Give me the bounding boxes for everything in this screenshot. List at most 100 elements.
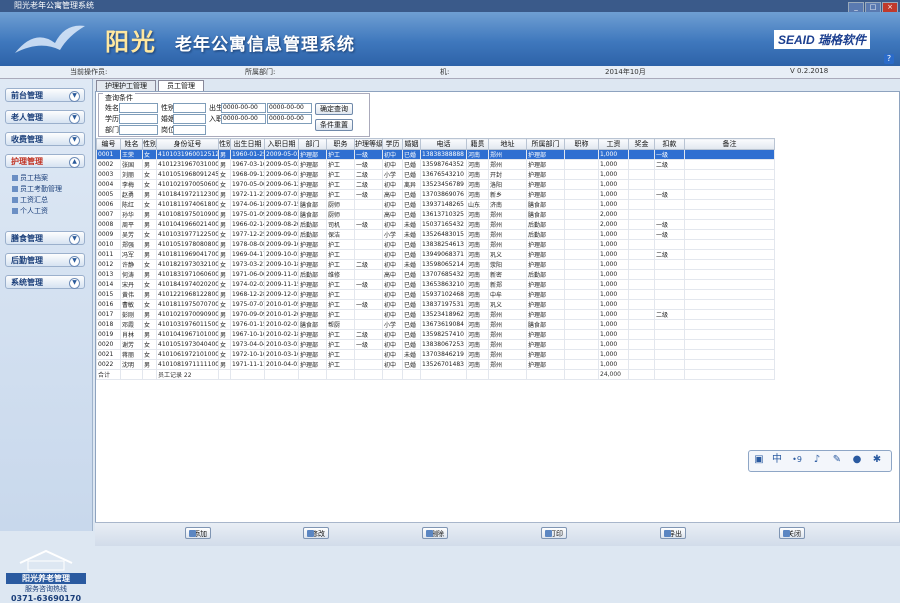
calendar-icon[interactable]: ▣ (753, 454, 765, 466)
column-header[interactable]: 部门 (298, 138, 327, 150)
sidebar-item-logistics[interactable]: 后勤管理 ▼ (5, 253, 85, 267)
sidebar-sub-staff-archive[interactable]: 员工档案 (12, 173, 48, 183)
table-row[interactable]: 0018邓霞女410103197601150048女1976-01-152010… (96, 319, 775, 330)
table-cell: 中牟 (488, 289, 527, 300)
input-toolbox: ▣ 中 •9 ♪ ✎ ● ✱ (748, 450, 892, 472)
table-row[interactable]: 0010郑强男410105197808080057男1978-08-082009… (96, 239, 775, 250)
close-window-button[interactable]: 关闭 (779, 527, 805, 539)
chevron-down-icon: ▼ (69, 234, 80, 245)
table-cell (654, 339, 685, 350)
column-header[interactable]: 护理等级 (354, 138, 383, 150)
column-header[interactable]: 职务 (326, 138, 355, 150)
column-header[interactable]: 工资 (598, 138, 629, 150)
edit-icon[interactable]: ✎ (831, 454, 843, 466)
sidebar-item-elderly[interactable]: 老人管理 ▼ (5, 110, 85, 124)
table-row[interactable]: 0014宋丹女410184197402020040女1974-02-022009… (96, 279, 775, 290)
name-input[interactable] (119, 103, 158, 113)
table-row[interactable]: 0017彭刚男410102197009090033男1970-09-092010… (96, 309, 775, 320)
user-icon[interactable]: ● (851, 454, 863, 466)
table-cell: 女 (218, 349, 231, 360)
column-header[interactable]: 编号 (96, 138, 121, 150)
table-cell: 男 (142, 249, 157, 260)
delete-button[interactable]: 删除 (422, 527, 448, 539)
entry-from-input[interactable]: 0000-00-00 (221, 114, 266, 124)
table-cell: 护理部 (298, 329, 327, 340)
table-row[interactable]: 0001王荣女410103196001251234男1960-01-252009… (96, 149, 775, 160)
column-header[interactable]: 所属部门 (526, 138, 565, 150)
column-header[interactable]: 奖金 (628, 138, 655, 150)
sex-select[interactable] (173, 103, 206, 113)
table-cell: 0008 (96, 219, 121, 230)
reset-button[interactable]: 条件重置 (315, 119, 353, 131)
marry-select[interactable] (173, 114, 206, 124)
column-header[interactable]: 出生日期 (230, 138, 265, 150)
add-button[interactable]: 添加 (185, 527, 211, 539)
mic-icon[interactable]: ♪ (811, 454, 823, 466)
query-button[interactable]: 确定查询 (315, 103, 353, 115)
table-row[interactable]: 0004李梅女410102197005060022女1970-05-062009… (96, 179, 775, 190)
table-cell (564, 199, 599, 210)
table-cell (564, 339, 599, 350)
table-row[interactable]: 0022沈明男410108197111110019男1971-11-112010… (96, 359, 775, 370)
column-header[interactable]: 扣款 (654, 138, 685, 150)
dept-select[interactable] (119, 125, 158, 135)
column-header[interactable]: 性别 (218, 138, 231, 150)
sidebar-item-nursing[interactable]: 护理管理 ▲ (5, 154, 85, 168)
table-row[interactable]: 0015黄伟男410122196812280015男1968-12-282009… (96, 289, 775, 300)
sidebar-item-front-desk[interactable]: 前台管理 ▼ (5, 88, 85, 102)
table-row[interactable]: 0008周平男410104196602140013男1966-02-142009… (96, 219, 775, 230)
table-row[interactable]: 0006陈红女410181197406180028女1974-06-182009… (96, 199, 775, 210)
birth-to-input[interactable]: 0000-00-00 (267, 103, 312, 113)
birth-from-input[interactable]: 0000-00-00 (221, 103, 266, 113)
column-header[interactable]: 籍贯 (466, 138, 489, 150)
table-row[interactable]: 0019肖林男410104196710100053男1967-10-102010… (96, 329, 775, 340)
column-header[interactable]: 备注 (684, 138, 775, 150)
table-row[interactable]: 0002张国男410123196703100011男1967-03-102009… (96, 159, 775, 170)
column-header[interactable]: 电话 (420, 138, 467, 150)
table-row[interactable]: 0007孙华男410108197501090031男1975-01-092009… (96, 209, 775, 220)
export-button[interactable]: 导出 (660, 527, 686, 539)
column-header[interactable]: 姓名 (120, 138, 143, 150)
sidebar-sub-personal-salary[interactable]: 个人工资 (12, 206, 48, 216)
table-cell: 已婚 (402, 309, 421, 320)
sidebar-sub-salary-summary[interactable]: 工资汇总 (12, 195, 48, 205)
column-header[interactable]: 入职日期 (264, 138, 299, 150)
table-row[interactable]: 0020谢芳女410105197304040024女1973-04-042010… (96, 339, 775, 350)
link-icon[interactable]: •9 (791, 454, 803, 466)
column-header[interactable]: 婚姻 (402, 138, 421, 150)
table-row[interactable]: 0021蒋丽女410106197210100026女1972-10-102010… (96, 349, 775, 360)
table-cell: 彭刚 (120, 309, 143, 320)
sidebar-item-system[interactable]: 系统管理 ▼ (5, 275, 85, 289)
table-row[interactable]: 0003刘丽女410105196809124567女1968-09-122009… (96, 169, 775, 180)
column-header[interactable]: 地址 (488, 138, 527, 150)
table-row[interactable]: 0009吴芳女410103197712250046女1977-12-252009… (96, 229, 775, 240)
column-header[interactable]: 职称 (564, 138, 599, 150)
post-select[interactable] (173, 125, 206, 135)
table-row[interactable]: 0013何涛男410183197106060031男1971-06-062009… (96, 269, 775, 280)
column-header[interactable]: 学历 (382, 138, 403, 150)
help-icon[interactable]: ? (884, 54, 894, 64)
table-row[interactable]: 0005赵勇男410184197211230013男1972-11-232009… (96, 189, 775, 200)
edu-select[interactable] (119, 114, 158, 124)
sidebar-item-billing[interactable]: 收费管理 ▼ (5, 132, 85, 146)
table-row[interactable]: 0012许静女410182197303210027女1973-03-212009… (96, 259, 775, 270)
status-user: 当前操作员: (70, 68, 108, 76)
table-cell (564, 249, 599, 260)
column-header[interactable]: 身份证号 (156, 138, 219, 150)
chinese-icon[interactable]: 中 (771, 454, 783, 466)
table-cell: 护理部 (298, 359, 327, 370)
edit-button[interactable]: 修改 (303, 527, 329, 539)
table-row[interactable]: 0016曹敏女410181197507070062女1975-07-072010… (96, 299, 775, 310)
settings-icon[interactable]: ✱ (871, 454, 883, 466)
print-button[interactable]: 打印 (541, 527, 567, 539)
table-row[interactable]: 0011冯军男410181196904170018男1969-04-172009… (96, 249, 775, 260)
edu-label: 学历 (105, 115, 119, 123)
table-cell: 女 (218, 319, 231, 330)
column-header[interactable]: 性别 (142, 138, 157, 150)
table-cell: 女 (218, 169, 231, 180)
sidebar-item-meals[interactable]: 膳食管理 ▼ (5, 231, 85, 245)
table-cell: 2009-08-20 (264, 219, 299, 230)
entry-to-input[interactable]: 0000-00-00 (267, 114, 312, 124)
table-cell: 410181197507070062 (156, 299, 219, 310)
sidebar-sub-attendance[interactable]: 员工考勤管理 (12, 184, 62, 194)
